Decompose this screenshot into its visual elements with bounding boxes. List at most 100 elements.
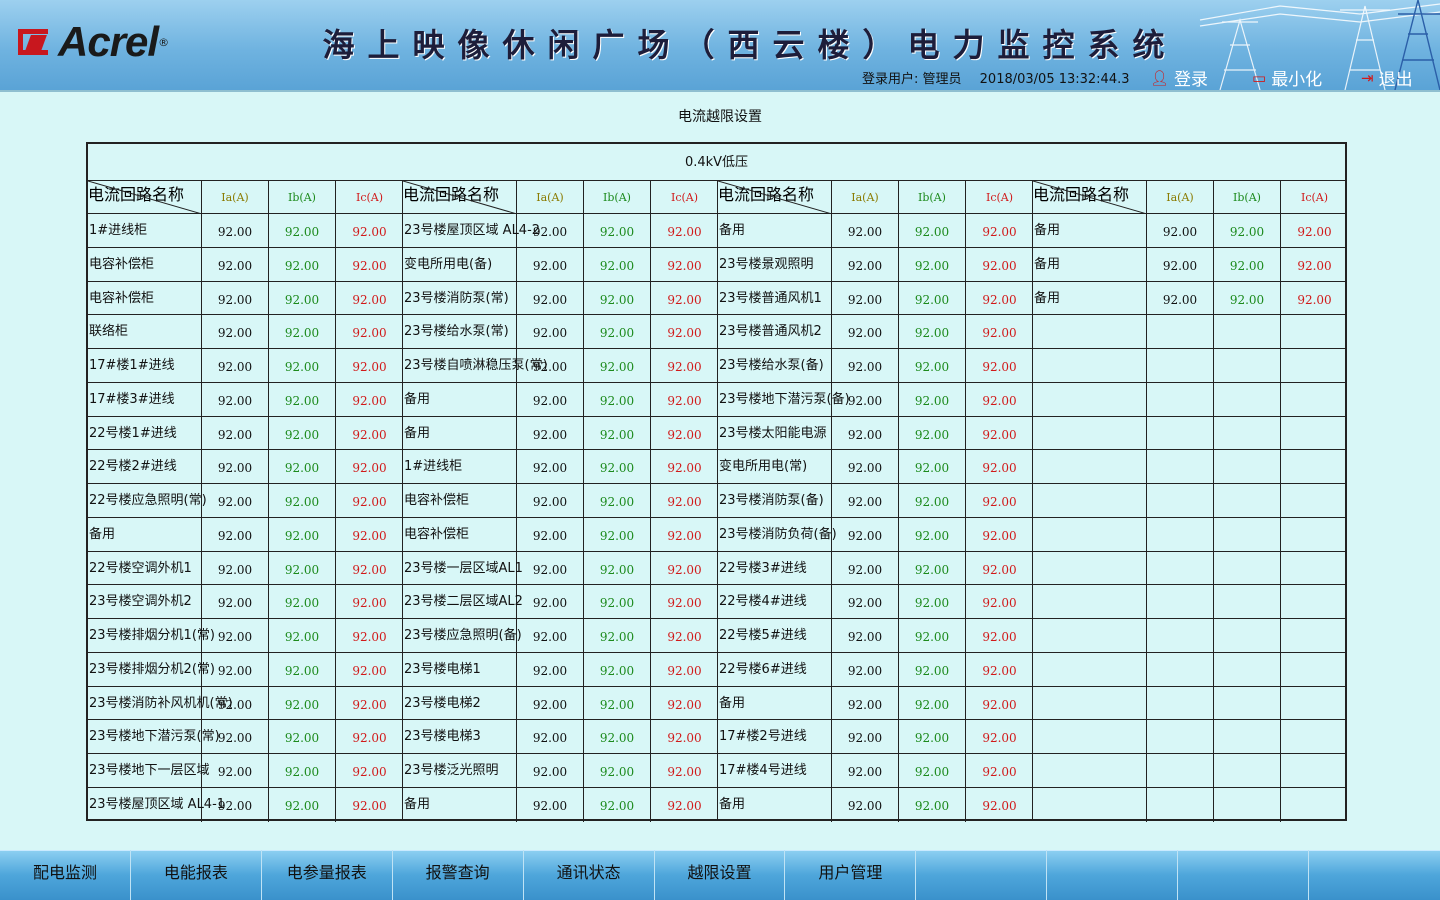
ib-limit-input[interactable]: 92.00 xyxy=(899,787,966,822)
ib-limit-input[interactable]: 92.00 xyxy=(1214,214,1281,247)
ia-limit-input[interactable]: 92.00 xyxy=(517,754,584,787)
ic-limit-input[interactable] xyxy=(1281,619,1348,652)
ic-limit-input[interactable]: 92.00 xyxy=(336,383,403,416)
ia-limit-input[interactable]: 92.00 xyxy=(832,349,899,382)
ia-limit-input[interactable]: 92.00 xyxy=(202,484,269,517)
ia-limit-input[interactable] xyxy=(1147,585,1214,618)
ib-limit-input[interactable]: 92.00 xyxy=(269,484,336,517)
nav-button-3[interactable]: 报警查询 xyxy=(393,850,524,900)
ia-limit-input[interactable]: 92.00 xyxy=(832,281,899,315)
ic-limit-input[interactable] xyxy=(1281,653,1348,686)
ic-limit-input[interactable]: 92.00 xyxy=(651,720,718,753)
ic-limit-input[interactable]: 92.00 xyxy=(336,653,403,686)
ib-limit-input[interactable]: 92.00 xyxy=(899,450,966,483)
ia-limit-input[interactable] xyxy=(1147,754,1214,787)
ic-limit-input[interactable]: 92.00 xyxy=(336,484,403,517)
ia-limit-input[interactable]: 92.00 xyxy=(832,247,899,281)
ic-limit-input[interactable]: 92.00 xyxy=(651,282,718,315)
ib-limit-input[interactable]: 92.00 xyxy=(269,315,336,348)
ic-limit-input[interactable]: 92.00 xyxy=(651,619,718,652)
ic-limit-input[interactable]: 92.00 xyxy=(966,315,1033,348)
ia-limit-input[interactable] xyxy=(1147,484,1214,517)
ib-limit-input[interactable] xyxy=(1214,720,1281,753)
ia-limit-input[interactable]: 92.00 xyxy=(832,450,899,483)
ic-limit-input[interactable]: 92.00 xyxy=(1281,214,1348,247)
ia-limit-input[interactable]: 92.00 xyxy=(517,686,584,720)
ib-limit-input[interactable]: 92.00 xyxy=(899,281,966,315)
ia-limit-input[interactable]: 92.00 xyxy=(202,551,269,585)
ib-limit-input[interactable] xyxy=(1214,349,1281,382)
ia-limit-input[interactable]: 92.00 xyxy=(832,787,899,822)
ic-limit-input[interactable]: 92.00 xyxy=(336,754,403,787)
ib-limit-input[interactable]: 92.00 xyxy=(269,720,336,753)
ib-limit-input[interactable]: 92.00 xyxy=(584,551,651,585)
ib-limit-input[interactable]: 92.00 xyxy=(899,585,966,618)
ib-limit-input[interactable] xyxy=(1214,686,1281,720)
ic-limit-input[interactable]: 92.00 xyxy=(651,687,718,720)
ib-limit-input[interactable]: 92.00 xyxy=(269,349,336,382)
ic-limit-input[interactable]: 92.00 xyxy=(651,450,718,483)
ib-limit-input[interactable]: 92.00 xyxy=(584,720,651,753)
ic-limit-input[interactable]: 92.00 xyxy=(966,619,1033,652)
ic-limit-input[interactable]: 92.00 xyxy=(336,417,403,450)
ic-limit-input[interactable]: 92.00 xyxy=(966,788,1033,822)
ia-limit-input[interactable]: 92.00 xyxy=(832,214,899,247)
ic-limit-input[interactable] xyxy=(1281,315,1348,348)
ic-limit-input[interactable] xyxy=(1281,788,1348,822)
ia-limit-input[interactable]: 92.00 xyxy=(832,754,899,787)
ic-limit-input[interactable]: 92.00 xyxy=(336,214,403,247)
ia-limit-input[interactable]: 92.00 xyxy=(832,551,899,585)
ic-limit-input[interactable]: 92.00 xyxy=(966,687,1033,720)
ic-limit-input[interactable]: 92.00 xyxy=(966,653,1033,686)
ia-limit-input[interactable]: 92.00 xyxy=(832,720,899,753)
ib-limit-input[interactable] xyxy=(1214,450,1281,483)
ic-limit-input[interactable]: 92.00 xyxy=(966,754,1033,787)
ic-limit-input[interactable] xyxy=(1281,349,1348,382)
nav-button-7[interactable] xyxy=(916,850,1048,900)
ib-limit-input[interactable]: 92.00 xyxy=(584,450,651,483)
ib-limit-input[interactable] xyxy=(1214,585,1281,618)
ic-limit-input[interactable]: 92.00 xyxy=(966,552,1033,585)
ib-limit-input[interactable]: 92.00 xyxy=(269,382,336,416)
ic-limit-input[interactable] xyxy=(1281,484,1348,517)
ia-limit-input[interactable]: 92.00 xyxy=(517,484,584,517)
ib-limit-input[interactable]: 92.00 xyxy=(269,686,336,720)
ic-limit-input[interactable]: 92.00 xyxy=(336,282,403,315)
ia-limit-input[interactable]: 92.00 xyxy=(517,551,584,585)
ic-limit-input[interactable]: 92.00 xyxy=(966,214,1033,247)
nav-button-0[interactable]: 配电监测 xyxy=(0,850,131,900)
ia-limit-input[interactable]: 92.00 xyxy=(517,247,584,281)
ib-limit-input[interactable]: 92.00 xyxy=(584,585,651,618)
ib-limit-input[interactable]: 92.00 xyxy=(269,754,336,787)
ia-limit-input[interactable]: 92.00 xyxy=(832,517,899,551)
ic-limit-input[interactable] xyxy=(1281,720,1348,753)
ib-limit-input[interactable]: 92.00 xyxy=(899,484,966,517)
ic-limit-input[interactable]: 92.00 xyxy=(966,585,1033,618)
ib-limit-input[interactable]: 92.00 xyxy=(269,247,336,281)
ic-limit-input[interactable]: 92.00 xyxy=(651,653,718,686)
ib-limit-input[interactable]: 92.00 xyxy=(584,686,651,720)
ia-limit-input[interactable] xyxy=(1147,652,1214,686)
ia-limit-input[interactable] xyxy=(1147,551,1214,585)
nav-button-1[interactable]: 电能报表 xyxy=(131,850,262,900)
nav-button-9[interactable] xyxy=(1178,850,1310,900)
ib-limit-input[interactable]: 92.00 xyxy=(899,315,966,348)
ib-limit-input[interactable] xyxy=(1214,517,1281,551)
ic-limit-input[interactable]: 92.00 xyxy=(336,788,403,822)
ia-limit-input[interactable]: 92.00 xyxy=(517,619,584,652)
ic-limit-input[interactable]: 92.00 xyxy=(336,687,403,720)
ia-limit-input[interactable] xyxy=(1147,787,1214,822)
ia-limit-input[interactable]: 92.00 xyxy=(1147,214,1214,247)
ia-limit-input[interactable]: 92.00 xyxy=(202,754,269,787)
ib-limit-input[interactable]: 92.00 xyxy=(899,416,966,450)
ic-limit-input[interactable]: 92.00 xyxy=(651,349,718,382)
ic-limit-input[interactable] xyxy=(1281,552,1348,585)
ia-limit-input[interactable] xyxy=(1147,686,1214,720)
ic-limit-input[interactable]: 92.00 xyxy=(966,282,1033,315)
ic-limit-input[interactable]: 92.00 xyxy=(651,214,718,247)
ia-limit-input[interactable]: 92.00 xyxy=(202,247,269,281)
ia-limit-input[interactable]: 92.00 xyxy=(1147,247,1214,281)
ia-limit-input[interactable]: 92.00 xyxy=(517,585,584,618)
ia-limit-input[interactable]: 92.00 xyxy=(202,517,269,551)
ia-limit-input[interactable] xyxy=(1147,517,1214,551)
